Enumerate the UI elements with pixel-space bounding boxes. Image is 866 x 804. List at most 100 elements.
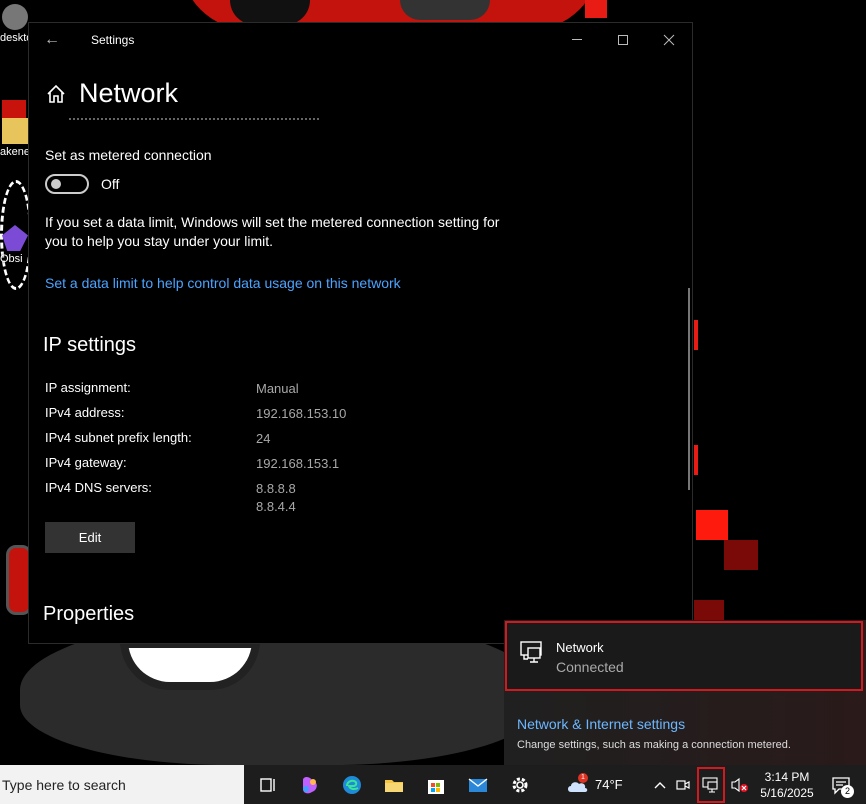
ip-value: 192.168.153.10 bbox=[256, 406, 347, 421]
ip-value: 8.8.8.8 8.8.4.4 bbox=[256, 480, 296, 520]
metered-section: Set as metered connection Off If you set… bbox=[45, 147, 665, 291]
ip-value: Manual bbox=[256, 381, 299, 396]
wallpaper-pixel bbox=[585, 0, 607, 18]
ip-row: IPv4 address: 192.168.153.10 bbox=[45, 405, 346, 430]
mail-icon bbox=[468, 777, 488, 792]
edit-ip-button[interactable]: Edit bbox=[45, 522, 135, 553]
network-tray-button[interactable] bbox=[697, 766, 725, 803]
minimize-button[interactable] bbox=[554, 23, 600, 56]
taskbar-clock[interactable]: 3:14 PM 5/16/2025 bbox=[751, 765, 823, 804]
desktop-shortcut-label: Obsi bbox=[0, 253, 23, 265]
weather-temperature: 74°F bbox=[595, 777, 623, 792]
ethernet-network-icon bbox=[702, 776, 718, 793]
network-status: Connected bbox=[556, 659, 624, 675]
ip-row: IP assignment: Manual bbox=[45, 380, 346, 405]
page-header: Network bbox=[45, 78, 178, 109]
clock-time: 3:14 PM bbox=[764, 769, 810, 784]
back-arrow-icon: ← bbox=[44, 30, 60, 48]
vertical-scrollbar[interactable] bbox=[688, 288, 690, 490]
folder-icon bbox=[2, 118, 28, 144]
scrolled-content-edge bbox=[69, 118, 319, 121]
wallpaper-pixel bbox=[694, 600, 724, 622]
task-view-icon bbox=[260, 777, 275, 792]
maximize-icon bbox=[618, 34, 628, 45]
wallpaper-pixel bbox=[696, 510, 728, 540]
taskbar: Type here to search 1 74°F 3:14 PM 5/16/… bbox=[0, 765, 866, 804]
properties-heading: Properties bbox=[43, 603, 135, 625]
store-icon bbox=[428, 779, 444, 794]
weather-alert-badge: 1 bbox=[578, 773, 588, 783]
copilot-button[interactable] bbox=[289, 765, 331, 804]
home-icon[interactable] bbox=[45, 83, 67, 105]
wallpaper-pixel bbox=[724, 540, 758, 570]
metered-toggle-row: Off bbox=[45, 174, 665, 194]
folder-icon bbox=[385, 779, 403, 792]
ip-settings-heading: IP settings bbox=[43, 334, 137, 356]
metered-info-text: If you set a data limit, Windows will se… bbox=[45, 214, 500, 249]
system-tray bbox=[649, 765, 751, 804]
ip-row: IPv4 gateway: 192.168.153.1 bbox=[45, 455, 346, 480]
metered-label: Set as metered connection bbox=[45, 147, 212, 163]
ip-value: 24 bbox=[256, 431, 271, 446]
desktop-shortcut-label: deskto bbox=[0, 32, 30, 44]
back-button[interactable]: ← bbox=[29, 23, 75, 56]
taskbar-search-box[interactable]: Type here to search bbox=[0, 765, 244, 804]
close-button[interactable] bbox=[646, 23, 692, 56]
gear-icon bbox=[2, 4, 28, 30]
network-connection-tile[interactable]: Network Connected bbox=[505, 621, 863, 691]
gear-icon bbox=[512, 777, 528, 792]
ip-key: IPv4 gateway: bbox=[45, 455, 127, 470]
page-title: Network bbox=[79, 78, 179, 108]
volume-button[interactable] bbox=[727, 765, 751, 804]
toggle-state-label: Off bbox=[101, 176, 120, 192]
show-hidden-icons-button[interactable] bbox=[649, 777, 671, 792]
ip-row: IPv4 subnet prefix length: 24 bbox=[45, 430, 346, 455]
desktop-shortcut-label: akene bbox=[0, 146, 30, 158]
file-explorer-button[interactable] bbox=[373, 765, 415, 804]
toggle-knob bbox=[51, 179, 61, 189]
microsoft-store-button[interactable] bbox=[415, 765, 457, 804]
settings-taskbar-button[interactable] bbox=[499, 765, 541, 804]
chevron-up-icon bbox=[654, 782, 666, 789]
task-view-button[interactable] bbox=[247, 765, 289, 804]
dns-secondary: 8.8.4.4 bbox=[256, 499, 296, 514]
obsidian-icon bbox=[2, 225, 28, 251]
ip-key: IPv4 subnet prefix length: bbox=[45, 430, 192, 445]
window-title: Settings bbox=[91, 32, 135, 47]
desktop-shortcut-folder[interactable]: akene bbox=[0, 118, 30, 158]
mail-button[interactable] bbox=[457, 765, 499, 804]
ip-value: 192.168.153.1 bbox=[256, 456, 340, 471]
maximize-button[interactable] bbox=[600, 23, 646, 56]
network-internet-settings-link[interactable]: Network & Internet settings bbox=[517, 716, 685, 732]
close-icon bbox=[663, 34, 675, 45]
settings-window: ← Settings Network Set as metered connec… bbox=[28, 22, 693, 644]
action-center-button[interactable]: 2 bbox=[823, 765, 859, 804]
wallpaper-pixel bbox=[694, 445, 698, 475]
minimize-icon bbox=[572, 39, 582, 40]
metered-toggle[interactable] bbox=[45, 174, 89, 194]
wallpaper-shape bbox=[400, 0, 490, 20]
ethernet-network-icon bbox=[520, 641, 542, 663]
camera-icon bbox=[676, 779, 690, 790]
title-bar[interactable]: ← Settings bbox=[29, 23, 692, 56]
data-limit-link[interactable]: Set a data limit to help control data us… bbox=[45, 275, 665, 291]
network-settings-description: Change settings, such as making a connec… bbox=[517, 739, 791, 751]
weather-widget[interactable]: 1 74°F bbox=[565, 765, 649, 804]
meet-now-button[interactable] bbox=[671, 765, 695, 804]
clock-date: 5/16/2025 bbox=[760, 785, 814, 800]
edge-icon bbox=[343, 775, 361, 794]
network-flyout: Network Connected Network & Internet set… bbox=[504, 620, 866, 765]
ip-key: IP assignment: bbox=[45, 380, 131, 395]
notification-count-badge: 2 bbox=[841, 785, 854, 798]
desktop-shortcut-obsidian[interactable]: Obsi bbox=[0, 225, 30, 265]
wallpaper-pixel bbox=[694, 320, 698, 350]
volume-muted-icon bbox=[731, 777, 748, 792]
window-controls bbox=[554, 23, 692, 56]
dns-primary: 8.8.8.8 bbox=[256, 481, 296, 496]
ip-settings-table: IP assignment: Manual IPv4 address: 192.… bbox=[45, 380, 346, 520]
desktop-shortcut-desktop[interactable]: deskto bbox=[0, 4, 30, 44]
copilot-icon bbox=[303, 776, 317, 793]
ip-key: IPv4 address: bbox=[45, 405, 125, 420]
edge-browser-button[interactable] bbox=[331, 765, 373, 804]
ip-row: IPv4 DNS servers: 8.8.8.8 8.8.4.4 bbox=[45, 480, 346, 520]
